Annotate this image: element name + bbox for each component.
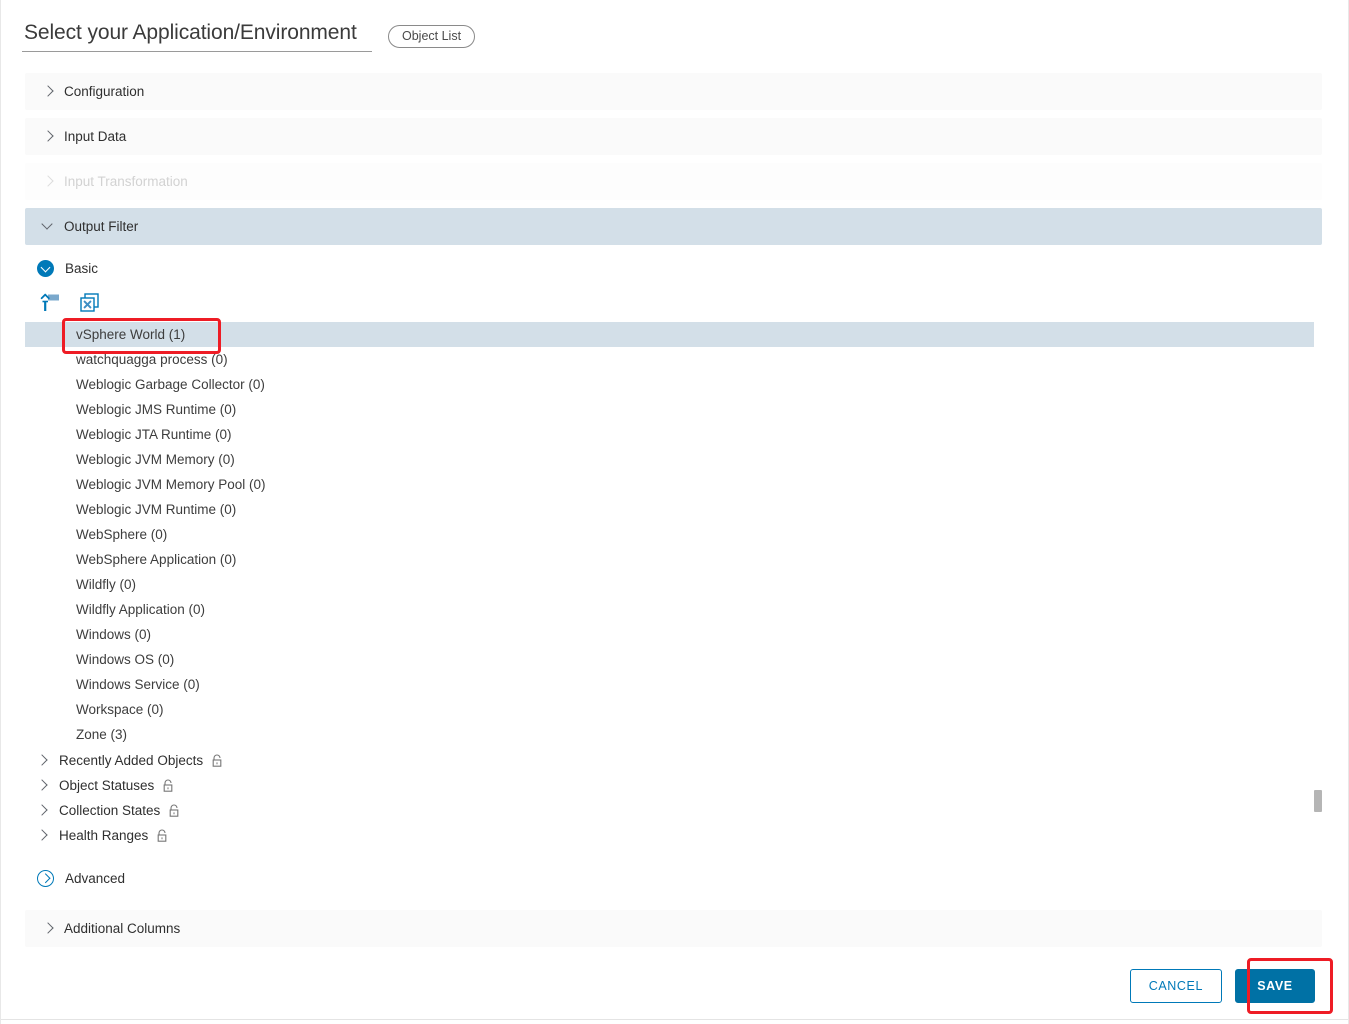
object-list-item[interactable]: Weblogic JVM Memory (0) — [25, 447, 1314, 472]
subsection-recently-added-objects[interactable]: Recently Added Objects — [37, 753, 223, 768]
object-list-item-label: Windows OS (0) — [76, 652, 174, 667]
section-configuration[interactable]: Configuration — [25, 73, 1322, 110]
object-list-item-label: Weblogic JVM Runtime (0) — [76, 502, 236, 517]
save-button[interactable]: SAVE — [1235, 969, 1315, 1003]
subsection-label: Health Ranges — [59, 828, 148, 843]
toggle-advanced[interactable]: Advanced — [37, 870, 125, 887]
chevron-right-icon — [43, 131, 54, 142]
chevron-right-icon — [43, 923, 54, 934]
object-list-item[interactable]: Weblogic JTA Runtime (0) — [25, 422, 1314, 447]
object-list-toolbar — [39, 292, 101, 314]
section-input-data[interactable]: Input Data — [25, 118, 1322, 155]
object-list-item[interactable]: Windows Service (0) — [25, 672, 1314, 697]
section-output-filter[interactable]: Output Filter — [25, 208, 1322, 245]
lock-icon — [211, 754, 223, 768]
object-list-item[interactable]: Windows OS (0) — [25, 647, 1314, 672]
chevron-right-icon — [37, 755, 48, 766]
section-input-transformation: Input Transformation — [25, 163, 1322, 200]
object-list-item-label: Weblogic JVM Memory (0) — [76, 452, 235, 467]
section-configuration-label: Configuration — [64, 84, 144, 99]
object-list-item-label: Zone (3) — [76, 727, 127, 742]
object-list-item-label: Weblogic JTA Runtime (0) — [76, 427, 232, 442]
object-list-item[interactable]: WebSphere Application (0) — [25, 547, 1314, 572]
toggle-basic-label: Basic — [65, 261, 98, 276]
object-list-item[interactable]: Weblogic JVM Runtime (0) — [25, 497, 1314, 522]
object-list-item-label: Workspace (0) — [76, 702, 164, 717]
chevron-right-icon — [43, 86, 54, 97]
page-title: Select your Application/Environment — [22, 20, 372, 52]
subsection-health-ranges[interactable]: Health Ranges — [37, 828, 168, 843]
circle-chevron-right-icon — [37, 870, 54, 887]
chevron-right-icon — [37, 805, 48, 816]
clear-selection-icon[interactable] — [79, 292, 101, 314]
footer-buttons: CANCEL SAVE — [1130, 969, 1315, 1003]
toggle-basic[interactable]: Basic — [37, 260, 98, 277]
section-input-transformation-label: Input Transformation — [64, 174, 188, 189]
chevron-right-icon — [37, 830, 48, 841]
subsection-object-statuses[interactable]: Object Statuses — [37, 778, 174, 793]
object-list-item-label: WebSphere Application (0) — [76, 552, 236, 567]
section-input-data-label: Input Data — [64, 129, 126, 144]
chevron-down-icon — [43, 221, 54, 232]
object-list-item[interactable]: Wildfly Application (0) — [25, 597, 1314, 622]
object-list-item[interactable]: Zone (3) — [25, 722, 1314, 747]
object-list-item-label: WebSphere (0) — [76, 527, 167, 542]
section-output-filter-label: Output Filter — [64, 219, 138, 234]
object-list-item-label: Windows (0) — [76, 627, 151, 642]
lock-icon — [168, 804, 180, 818]
object-list-item-label: Wildfly (0) — [76, 577, 136, 592]
toggle-advanced-label: Advanced — [65, 871, 125, 886]
object-list-item[interactable]: Weblogic JVM Memory Pool (0) — [25, 472, 1314, 497]
object-list-item-label: Windows Service (0) — [76, 677, 200, 692]
subsection-collection-states[interactable]: Collection States — [37, 803, 180, 818]
title-row: Select your Application/Environment Obje… — [22, 20, 475, 52]
object-list-item[interactable]: Weblogic Garbage Collector (0) — [25, 372, 1314, 397]
object-list-item[interactable]: Windows (0) — [25, 622, 1314, 647]
circle-chevron-down-icon — [37, 260, 54, 277]
object-list-item-label: Weblogic JVM Memory Pool (0) — [76, 477, 266, 492]
move-to-parent-icon[interactable] — [39, 292, 61, 314]
cancel-button[interactable]: CANCEL — [1130, 969, 1222, 1003]
chevron-right-icon — [37, 780, 48, 791]
object-list-item[interactable]: Workspace (0) — [25, 697, 1314, 722]
subsection-label: Recently Added Objects — [59, 753, 203, 768]
object-list-item-label: Weblogic JMS Runtime (0) — [76, 402, 236, 417]
section-additional-columns[interactable]: Additional Columns — [25, 910, 1322, 947]
object-list-item[interactable]: Wildfly (0) — [25, 572, 1314, 597]
object-list-item[interactable]: watchquagga process (0) — [25, 347, 1314, 372]
footer-divider — [1, 1019, 1348, 1020]
lock-icon — [156, 829, 168, 843]
object-list: vSphere World (1) watchquagga process (0)… — [25, 322, 1314, 747]
object-list-item-label: Wildfly Application (0) — [76, 602, 205, 617]
subsection-label: Collection States — [59, 803, 160, 818]
object-list-item-label: Weblogic Garbage Collector (0) — [76, 377, 265, 392]
vertical-scrollbar-thumb[interactable] — [1314, 790, 1322, 812]
section-additional-columns-label: Additional Columns — [64, 921, 180, 936]
dialog-root: Select your Application/Environment Obje… — [0, 0, 1349, 1024]
object-list-chip[interactable]: Object List — [388, 25, 475, 48]
lock-icon — [162, 779, 174, 793]
object-list-item-label: vSphere World (1) — [76, 327, 185, 342]
subsection-label: Object Statuses — [59, 778, 154, 793]
object-list-item[interactable]: WebSphere (0) — [25, 522, 1314, 547]
chevron-right-icon — [43, 176, 54, 187]
object-list-item[interactable]: Weblogic JMS Runtime (0) — [25, 397, 1314, 422]
object-list-item-label: watchquagga process (0) — [76, 352, 228, 367]
object-list-item[interactable]: vSphere World (1) — [25, 322, 1314, 347]
